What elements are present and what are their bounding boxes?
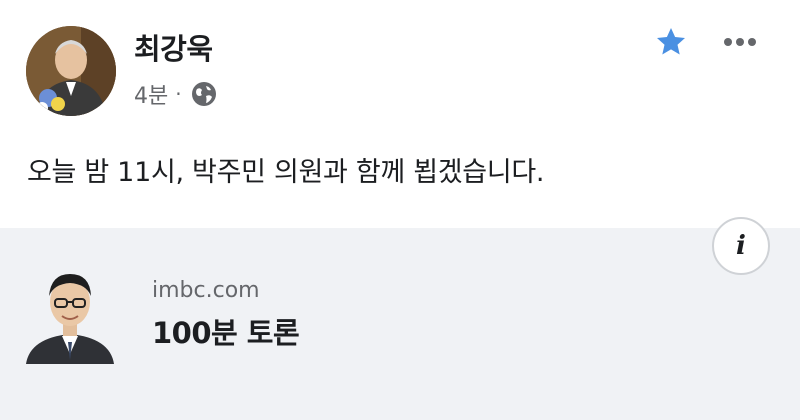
avatar-photo [26,26,116,116]
author-name[interactable]: 최강욱 [134,26,213,68]
post-header: 최강욱 4분 · [0,0,800,130]
star-icon[interactable] [655,26,687,58]
post-meta: 4분 · [134,78,217,110]
info-button[interactable]: i [712,217,770,275]
meta-separator: · [175,82,182,106]
globe-icon[interactable] [191,81,217,107]
post-timestamp[interactable]: 4분 [134,78,168,110]
link-title[interactable]: 100분 토론 [152,310,300,352]
link-domain: imbc.com [152,278,260,303]
author-avatar[interactable] [26,26,116,116]
more-horizontal-icon[interactable] [720,28,760,56]
link-thumbnail[interactable] [24,262,116,364]
link-preview-card[interactable] [0,228,800,420]
info-icon: i [736,231,746,261]
post-text: 오늘 밤 11시, 박주민 의원과 함께 뵙겠습니다. [27,157,545,188]
